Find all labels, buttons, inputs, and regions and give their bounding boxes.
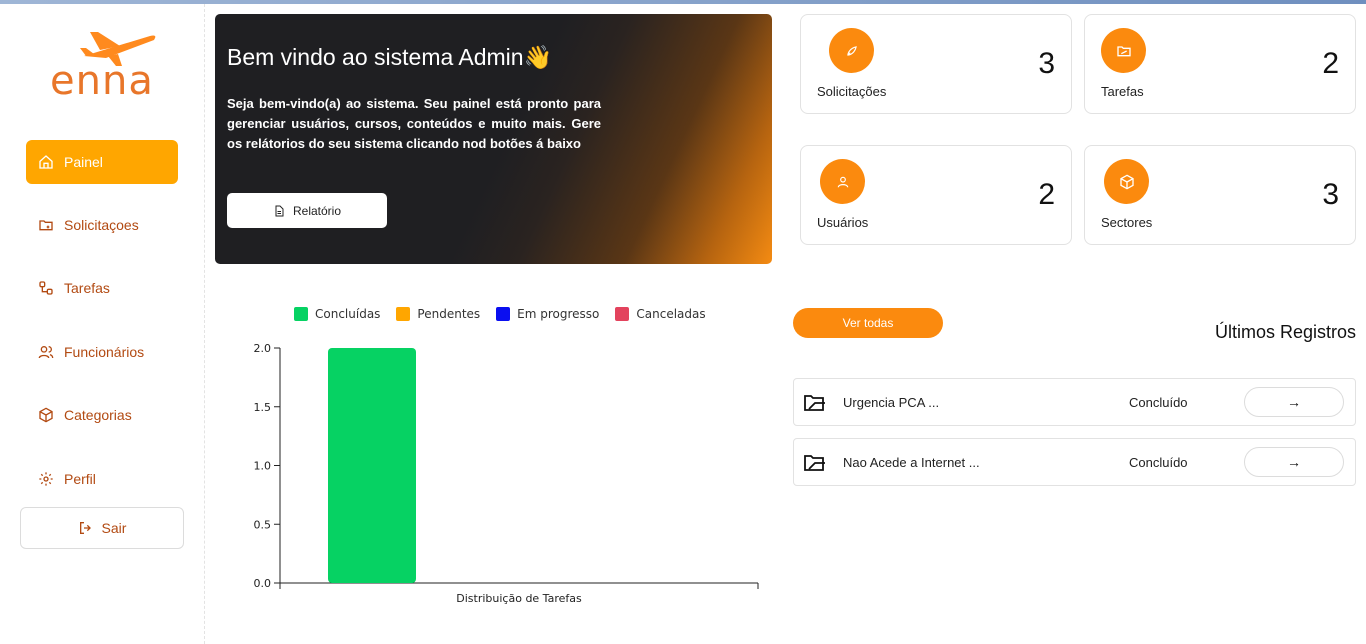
tasks-bar-chart: 0.0 0.5 1.0 1.5 2.0 Distribuição de Tarefas xyxy=(254,342,759,605)
legend-label: Concluídas xyxy=(315,307,381,321)
logout-label: Sair xyxy=(101,520,127,536)
sidebar-item-funcionarios[interactable]: Funcionários xyxy=(26,330,178,374)
sidebar-item-tarefas[interactable]: Tarefas xyxy=(26,266,178,310)
record-status: Concluído xyxy=(1129,455,1188,470)
logout-icon xyxy=(78,520,94,536)
sidebar: enna Painel Solicitaçoes Tarefas Funcion… xyxy=(0,4,205,644)
legend-item-em-progresso[interactable]: Em progresso xyxy=(496,307,599,321)
stat-label: Solicitações xyxy=(817,84,887,99)
legend-swatch xyxy=(615,307,630,321)
folder-icon xyxy=(1101,28,1146,73)
legend-label: Em progresso xyxy=(517,307,600,321)
folder-icon xyxy=(803,391,827,415)
sidebar-item-perfil[interactable]: Perfil xyxy=(26,457,178,501)
y-tick-label: 1.0 xyxy=(254,460,272,473)
sidebar-item-label: Perfil xyxy=(64,471,96,487)
record-name: Nao Acede a Internet ... xyxy=(843,455,980,470)
home-icon xyxy=(38,154,54,170)
folder-icon xyxy=(803,451,827,475)
sidebar-item-solicitacoes[interactable]: Solicitaçoes xyxy=(26,203,178,247)
legend-swatch xyxy=(294,307,308,321)
y-tick-label: 2.0 xyxy=(254,342,272,355)
stat-value: 3 xyxy=(1322,178,1339,211)
x-category-label: Distribuição de Tarefas xyxy=(456,592,582,605)
legend-item-concluidas[interactable]: Concluídas xyxy=(294,307,380,321)
sidebar-item-label: Categorias xyxy=(64,407,132,423)
folder-icon xyxy=(38,217,54,233)
welcome-banner: Bem vindo ao sistema Admin👋 Seja bem-vin… xyxy=(215,14,772,264)
logout-button[interactable]: Sair xyxy=(20,507,184,549)
y-tick-label: 0.5 xyxy=(254,518,272,531)
sidebar-item-categorias[interactable]: Categorias xyxy=(26,393,178,437)
stat-value: 3 xyxy=(1038,47,1055,80)
bar-concluídas[interactable] xyxy=(328,348,416,583)
workflow-icon xyxy=(38,280,54,296)
brand-name: enna xyxy=(50,58,154,104)
legend-swatch xyxy=(496,307,511,321)
document-icon xyxy=(273,205,285,217)
legend-item-canceladas[interactable]: Canceladas xyxy=(615,307,706,321)
record-row[interactable]: Urgencia PCA ... Concluído → xyxy=(793,378,1356,426)
stat-value: 2 xyxy=(1322,47,1339,80)
user-icon xyxy=(820,159,865,204)
stat-card-usuarios[interactable]: Usuários 2 xyxy=(800,145,1072,245)
legend-label: Canceladas xyxy=(636,307,706,321)
view-all-button[interactable]: Ver todas xyxy=(793,308,943,338)
open-record-button[interactable]: → xyxy=(1244,447,1344,477)
y-tick-label: 1.5 xyxy=(254,401,272,414)
y-tick-label: 0.0 xyxy=(254,577,272,590)
bars xyxy=(328,348,416,583)
stat-card-solicitacoes[interactable]: Solicitações 3 xyxy=(800,14,1072,114)
stat-label: Usuários xyxy=(817,215,869,230)
stat-label: Tarefas xyxy=(1101,84,1144,99)
sidebar-item-painel[interactable]: Painel xyxy=(26,140,178,184)
stat-card-sectores[interactable]: Sectores 3 xyxy=(1084,145,1356,245)
report-button[interactable]: Relatório xyxy=(227,193,387,228)
report-button-label: Relatório xyxy=(292,203,342,218)
y-ticks: 0.0 0.5 1.0 1.5 2.0 xyxy=(254,342,280,590)
sidebar-item-label: Solicitaçoes xyxy=(64,217,139,233)
box-icon xyxy=(38,407,54,423)
stat-card-tarefas[interactable]: Tarefas 2 xyxy=(1084,14,1356,114)
record-row[interactable]: Nao Acede a Internet ... Concluído → xyxy=(793,438,1356,486)
rocket-icon xyxy=(829,28,874,73)
sidebar-item-label: Funcionários xyxy=(64,344,145,360)
records-title: Últimos Registros xyxy=(1214,322,1356,342)
legend-item-pendentes[interactable]: Pendentes xyxy=(396,307,480,321)
sidebar-item-label: Painel xyxy=(64,154,103,170)
legend-label: Pendentes xyxy=(417,307,481,321)
stat-value: 2 xyxy=(1038,178,1055,211)
box-icon xyxy=(1104,159,1149,204)
gear-icon xyxy=(38,471,54,487)
chart-legend: Concluídas Pendentes Em progresso Cancel… xyxy=(294,307,722,321)
welcome-title: Bem vindo ao sistema Admin👋 xyxy=(227,44,553,70)
open-record-button[interactable]: → xyxy=(1244,387,1344,417)
record-name: Urgencia PCA ... xyxy=(843,395,940,410)
record-status: Concluído xyxy=(1129,395,1188,410)
users-icon xyxy=(38,344,54,360)
sidebar-item-label: Tarefas xyxy=(64,280,110,296)
enna-logo: enna xyxy=(46,28,161,108)
welcome-description: Seja bem-vindo(a) ao sistema. Seu painel… xyxy=(227,96,601,151)
stat-label: Sectores xyxy=(1101,215,1153,230)
legend-swatch xyxy=(396,307,411,321)
